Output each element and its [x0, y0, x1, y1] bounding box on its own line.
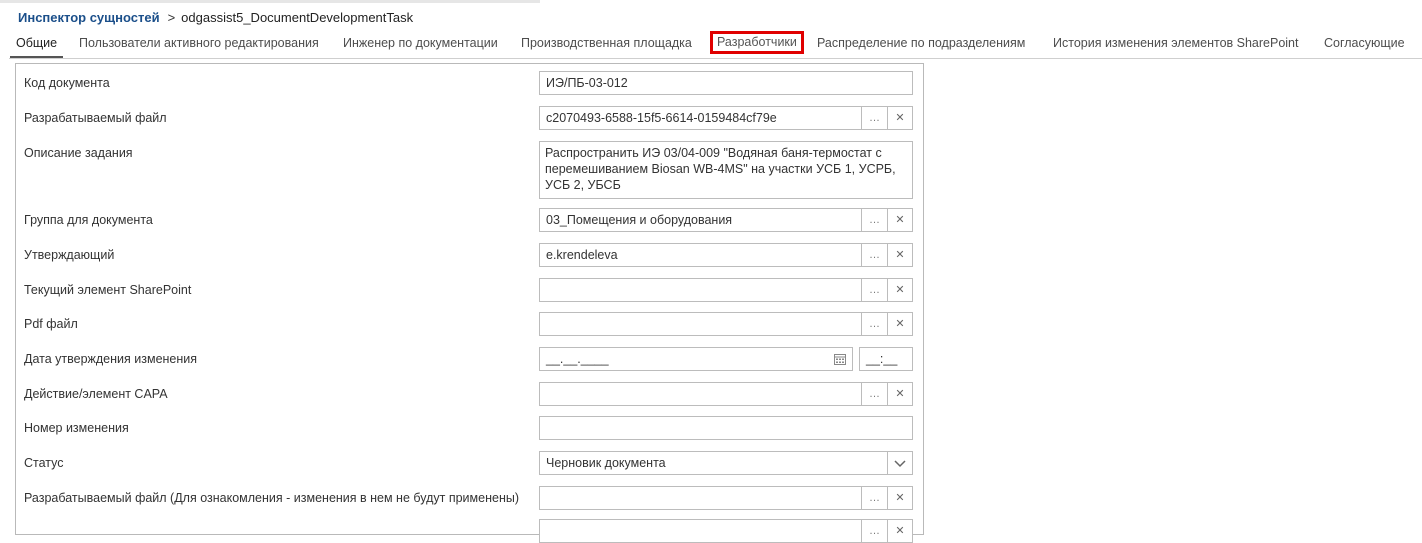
approver-input[interactable]: e.krendeleva: [539, 243, 862, 267]
tab-bar: Общие Пользователи активного редактирова…: [9, 31, 1422, 59]
change-number-label: Номер изменения: [24, 421, 129, 435]
pdf-file-select-button[interactable]: …: [861, 312, 887, 336]
status-label: Статус: [24, 456, 64, 470]
tab-general[interactable]: Общие: [10, 34, 64, 58]
doc-group-select-button[interactable]: …: [861, 208, 887, 232]
general-form-panel: Код документа ИЭ/ПБ-03-012 Разрабатываем…: [15, 63, 924, 543]
breadcrumb-separator: >: [167, 10, 176, 25]
doc-group-clear-button[interactable]: ✕: [887, 208, 913, 232]
approval-date-input[interactable]: __.__.____: [539, 347, 853, 371]
tab-approvers[interactable]: Согласующие: [1318, 34, 1411, 52]
window-top-edge: [0, 0, 540, 3]
approval-date-label: Дата утверждения изменения: [24, 352, 198, 366]
capa-input[interactable]: [539, 382, 862, 406]
close-icon: ✕: [895, 112, 905, 124]
ellipsis-icon: …: [869, 388, 880, 400]
sharepoint-item-input[interactable]: [539, 278, 862, 302]
close-icon: ✕: [895, 388, 905, 400]
ellipsis-icon: …: [869, 318, 880, 330]
dev-file-label: Разрабатываемый файл: [24, 111, 167, 125]
pdf-file-clear-button[interactable]: ✕: [887, 312, 913, 336]
capa-clear-button[interactable]: ✕: [887, 382, 913, 406]
dev-file-select-button[interactable]: …: [861, 106, 887, 130]
change-number-input[interactable]: [539, 416, 913, 440]
task-desc-textarea[interactable]: Распространить ИЭ 03/04-009 "Водяная бан…: [539, 141, 913, 199]
ellipsis-icon: …: [869, 492, 880, 504]
ellipsis-icon: …: [869, 249, 880, 261]
approver-select-button[interactable]: …: [861, 243, 887, 267]
doc-group-label: Группа для документа: [24, 213, 153, 227]
ellipsis-icon: …: [869, 525, 880, 537]
calendar-icon: [833, 354, 846, 365]
doc-group-input[interactable]: 03_Помещения и оборудования: [539, 208, 862, 232]
approver-clear-button[interactable]: ✕: [887, 243, 913, 267]
dev-file-review-clear-button[interactable]: ✕: [887, 486, 913, 510]
approval-time-input[interactable]: __:__: [859, 347, 913, 371]
tab-documentation-engineer[interactable]: Инженер по документации: [337, 34, 504, 52]
dev-file-input[interactable]: c2070493-6588-15f5-6614-0159484cf79e: [539, 106, 862, 130]
chevron-down-icon: [894, 460, 906, 468]
close-icon: ✕: [895, 214, 905, 226]
close-icon: ✕: [895, 525, 905, 537]
ellipsis-icon: …: [869, 214, 880, 226]
tab-sharepoint-history[interactable]: История изменения элементов SharePoint: [1047, 34, 1304, 52]
calendar-button[interactable]: [827, 347, 853, 371]
pdf-file-input[interactable]: [539, 312, 862, 336]
next-field-select-button[interactable]: …: [861, 519, 887, 543]
tab-department-distribution[interactable]: Распределение по подразделениям: [811, 34, 1031, 52]
capa-select-button[interactable]: …: [861, 382, 887, 406]
close-icon: ✕: [895, 492, 905, 504]
ellipsis-icon: …: [869, 112, 880, 124]
next-field-input[interactable]: [539, 519, 862, 543]
close-icon: ✕: [895, 249, 905, 261]
dev-file-clear-button[interactable]: ✕: [887, 106, 913, 130]
dev-file-review-input[interactable]: [539, 486, 862, 510]
tab-developers[interactable]: Разработчики: [710, 31, 804, 54]
breadcrumb-current: odgassist5_DocumentDevelopmentTask: [181, 10, 414, 25]
sharepoint-item-clear-button[interactable]: ✕: [887, 278, 913, 302]
capa-label: Действие/элемент CAPA: [24, 387, 168, 401]
doc-code-label: Код документа: [24, 76, 110, 90]
close-icon: ✕: [895, 284, 905, 296]
breadcrumb-root[interactable]: Инспектор сущностей: [18, 10, 160, 25]
tab-active-editing-users[interactable]: Пользователи активного редактирования: [73, 34, 325, 52]
dev-file-review-select-button[interactable]: …: [861, 486, 887, 510]
close-icon: ✕: [895, 318, 905, 330]
sharepoint-item-label: Текущий элемент SharePoint: [24, 283, 192, 297]
dev-file-review-label: Разрабатываемый файл (Для ознакомления -…: [24, 491, 519, 505]
tab-production-site[interactable]: Производственная площадка: [515, 34, 698, 52]
status-dropdown-button[interactable]: [887, 451, 913, 475]
pdf-file-label: Pdf файл: [24, 317, 78, 331]
sharepoint-item-select-button[interactable]: …: [861, 278, 887, 302]
status-select[interactable]: Черновик документа: [539, 451, 888, 475]
doc-code-input[interactable]: ИЭ/ПБ-03-012: [539, 71, 913, 95]
approver-label: Утверждающий: [24, 248, 115, 262]
task-desc-label: Описание задания: [24, 146, 133, 160]
breadcrumb: Инспектор сущностей > odgassist5_DocumentD…: [18, 10, 413, 25]
next-field-clear-button[interactable]: ✕: [887, 519, 913, 543]
ellipsis-icon: …: [869, 284, 880, 296]
